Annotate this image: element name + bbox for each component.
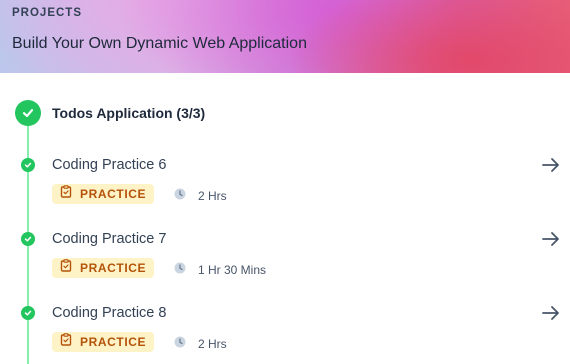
header-kicker: PROJECTS xyxy=(12,7,82,19)
section-check-icon xyxy=(15,100,41,126)
duration-text: 2 Hrs xyxy=(198,189,227,203)
check-icon xyxy=(21,306,35,320)
check-icon xyxy=(21,158,35,172)
clipboard-icon xyxy=(60,185,72,203)
duration-text: 1 Hr 30 Mins xyxy=(198,263,267,277)
clipboard-icon xyxy=(60,333,72,351)
arrow-right-icon[interactable] xyxy=(541,229,561,249)
duration: 1 Hr 30 Mins xyxy=(174,261,266,279)
duration: 2 Hrs xyxy=(174,187,227,205)
duration: 2 Hrs xyxy=(174,335,227,353)
clipboard-icon xyxy=(60,259,72,277)
clock-icon xyxy=(174,335,186,353)
clock-icon xyxy=(174,187,186,205)
arrow-right-icon[interactable] xyxy=(541,303,561,323)
practice-badge: PRACTICE xyxy=(52,184,155,204)
badge-label: PRACTICE xyxy=(80,187,147,201)
badge-label: PRACTICE xyxy=(80,261,147,275)
list-item[interactable]: Coding Practice 6 PRACTICE 2 Hrs xyxy=(0,155,570,232)
practice-badge: PRACTICE xyxy=(52,332,155,352)
list-item[interactable]: Coding Practice 7 PRACTICE 1 Hr 30 Mins xyxy=(0,229,570,306)
badge-label: PRACTICE xyxy=(80,335,147,349)
item-title[interactable]: Coding Practice 8 xyxy=(52,305,166,321)
practice-badge: PRACTICE xyxy=(52,258,155,278)
item-title[interactable]: Coding Practice 6 xyxy=(52,157,166,173)
clock-icon xyxy=(174,261,186,279)
section-title: Todos Application (3/3) xyxy=(52,105,206,121)
duration-text: 2 Hrs xyxy=(198,337,227,351)
arrow-right-icon[interactable] xyxy=(541,155,561,175)
page-header: PROJECTS Build Your Own Dynamic Web Appl… xyxy=(0,0,570,73)
check-icon xyxy=(21,232,35,246)
list-item[interactable]: Coding Practice 8 PRACTICE 2 Hrs xyxy=(0,303,570,364)
item-title[interactable]: Coding Practice 7 xyxy=(52,231,166,247)
page-title: Build Your Own Dynamic Web Application xyxy=(12,35,307,52)
